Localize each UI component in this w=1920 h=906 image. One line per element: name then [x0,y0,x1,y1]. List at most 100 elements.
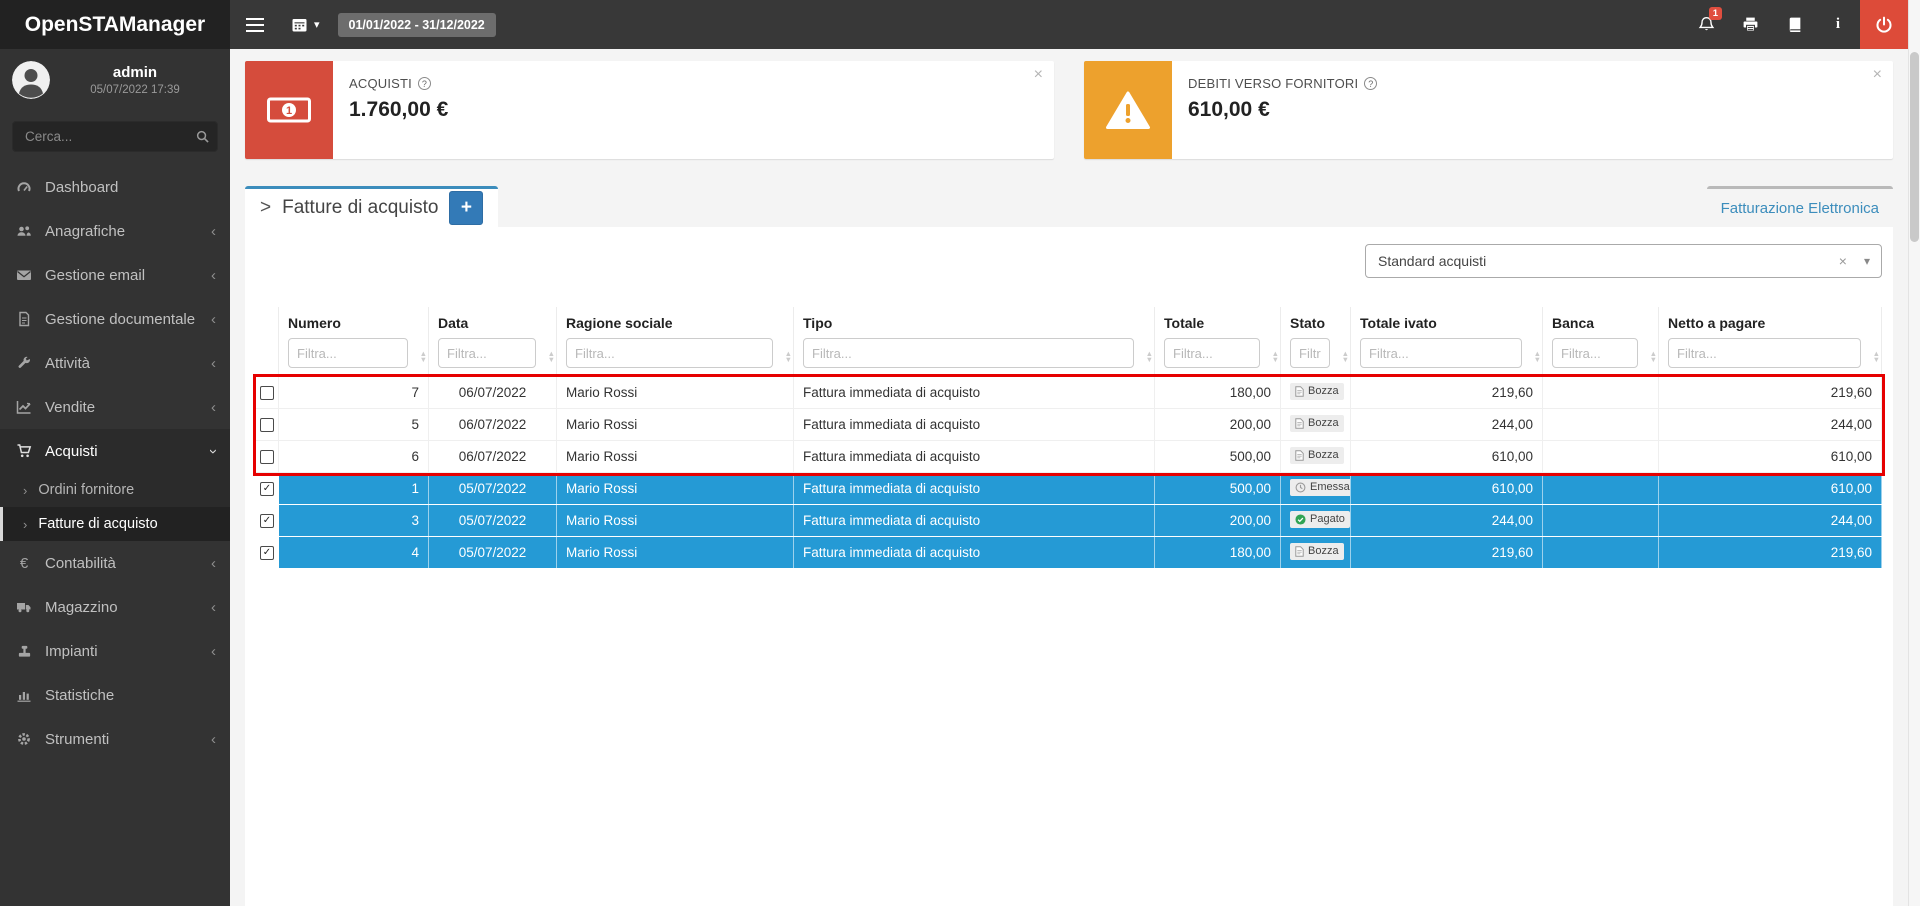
filter-input-stato[interactable] [1290,338,1330,368]
tab-fatturazione-elettronica[interactable]: Fatturazione Elettronica [1707,186,1893,227]
sort-icons[interactable]: ▲▼ [1146,351,1153,362]
search-input[interactable] [12,121,218,152]
chevron-left-icon: ‹ [211,731,216,748]
invoice-row-3[interactable]: ✓ 3 05/07/2022 Mario Rossi Fattura immed… [256,505,1882,537]
notifications-button[interactable]: 1 [1684,0,1728,49]
filter-input-banca[interactable] [1552,338,1638,368]
chevron-right-icon: › [23,483,27,498]
fatturazione-elettronica-link[interactable]: Fatturazione Elettronica [1721,200,1879,217]
filter-input-ragione-sociale[interactable] [566,338,773,368]
help-icon[interactable]: ? [1364,77,1377,90]
info-button[interactable]: i [1816,0,1860,49]
chevron-left-icon: ‹ [211,311,216,328]
app-logo[interactable]: OpenSTAManager [0,0,230,49]
close-icon[interactable]: × [1873,66,1882,84]
cell-banca [1543,473,1659,504]
sidebar-item-attivita[interactable]: Attività ‹ [0,341,230,385]
filter-input-tipo[interactable] [803,338,1134,368]
help-icon[interactable]: ? [418,77,431,90]
chevron-left-icon: ‹ [211,223,216,240]
clear-selection-icon[interactable]: × [1839,253,1847,269]
invoice-row-6[interactable]: ✓ 6 06/07/2022 Mario Rossi Fattura immed… [256,441,1882,473]
cell-netto-a-pagare: 610,00 [1659,473,1882,504]
row-checkbox[interactable]: ✓ [260,386,274,400]
scrollbar-thumb[interactable] [1910,52,1919,242]
page-scrollbar[interactable] [1908,0,1920,906]
wrench-icon [14,356,34,371]
cell-banca [1543,377,1659,408]
sidebar-item-dashboard[interactable]: Dashboard [0,165,230,209]
column-header-totale: Totale ▲▼ [1155,307,1281,377]
invoice-row-4[interactable]: ✓ 4 05/07/2022 Mario Rossi Fattura immed… [256,537,1882,569]
sidebar-item-label: Statistiche [45,687,114,704]
cell-netto-a-pagare: 219,60 [1659,377,1882,408]
add-invoice-button[interactable]: + [449,191,483,225]
cell-totale-ivato: 610,00 [1351,441,1543,472]
sidebar-item-gestione-documentale[interactable]: Gestione documentale ‹ [0,297,230,341]
sort-icons[interactable]: ▲▼ [420,351,427,362]
filter-input-data[interactable] [438,338,536,368]
row-checkbox[interactable]: ✓ [260,418,274,432]
sort-icons[interactable]: ▲▼ [1650,351,1657,362]
close-icon[interactable]: × [1034,66,1043,84]
calendar-icon [292,17,307,32]
sidebar-item-gestione-email[interactable]: Gestione email ‹ [0,253,230,297]
calendar-button[interactable]: ▾ [292,17,320,32]
sidebar-item-label: Gestione email [45,267,145,284]
cell-totale-ivato: 244,00 [1351,505,1543,536]
docs-button[interactable] [1772,0,1816,49]
filter-input-numero[interactable] [288,338,408,368]
row-checkbox[interactable]: ✓ [260,482,274,496]
infobox-acquisti: 1 ACQUISTI ? 1.760,00 € × [245,61,1054,159]
print-button[interactable] [1728,0,1772,49]
sidebar-item-strumenti[interactable]: Strumenti ‹ [0,717,230,761]
status-badge: Bozza [1290,543,1344,560]
sidebar-item-fatture-di-acquisto[interactable]: › Fatture di acquisto [0,507,230,541]
menu-toggle-button[interactable] [230,0,280,49]
cell-tipo: Fattura immediata di acquisto [794,441,1155,472]
cell-tipo: Fattura immediata di acquisto [794,505,1155,536]
document-icon [14,311,34,327]
invoice-row-5[interactable]: ✓ 5 06/07/2022 Mario Rossi Fattura immed… [256,409,1882,441]
date-range-badge[interactable]: 01/01/2022 - 31/12/2022 [338,13,496,37]
chevron-left-icon: ‹ [211,267,216,284]
user-panel: admin 05/07/2022 17:39 [0,49,230,99]
row-checkbox[interactable]: ✓ [260,546,274,560]
cell-stato: Bozza [1281,377,1351,408]
sort-icons[interactable]: ▲▼ [1534,351,1541,362]
draft-file-icon [1295,546,1304,557]
sidebar-item-magazzino[interactable]: Magazzino ‹ [0,585,230,629]
sort-icons[interactable]: ▲▼ [1272,351,1279,362]
cell-data: 05/07/2022 [429,537,557,568]
angle-right-icon: > [260,197,271,219]
sort-icons[interactable]: ▲▼ [785,351,792,362]
sort-icons[interactable]: ▲▼ [1873,351,1880,362]
sort-icons[interactable]: ▲▼ [548,351,555,362]
sidebar-item-label: Vendite [45,399,95,416]
power-icon [1875,16,1893,34]
invoice-row-7[interactable]: ✓ 7 06/07/2022 Mario Rossi Fattura immed… [256,377,1882,409]
sidebar-item-impianti[interactable]: Impianti ‹ [0,629,230,673]
cell-numero: 7 [279,377,429,408]
invoice-row-1[interactable]: ✓ 1 05/07/2022 Mario Rossi Fattura immed… [256,473,1882,505]
row-checkbox[interactable]: ✓ [260,514,274,528]
filter-input-totale-ivato[interactable] [1360,338,1522,368]
sidebar-item-ordini-fornitore[interactable]: › Ordini fornitore [0,473,230,507]
search-icon[interactable] [196,130,209,143]
sidebar-item-statistiche[interactable]: Statistiche [0,673,230,717]
logout-button[interactable] [1860,0,1908,49]
sidebar-item-label: Impianti [45,643,98,660]
sidebar-item-contabilita[interactable]: € Contabilità ‹ [0,541,230,585]
filter-input-totale[interactable] [1164,338,1260,368]
filter-input-netto-a-pagare[interactable] [1668,338,1861,368]
tab-fatture-di-acquisto[interactable]: > Fatture di acquisto + [245,186,498,227]
print-template-select[interactable]: Standard acquisti × ▾ [1365,244,1882,278]
sidebar-item-anagrafiche[interactable]: Anagrafiche ‹ [0,209,230,253]
column-header-numero: Numero ▲▼ [279,307,429,377]
infobox-label: DEBITI VERSO FORNITORI [1188,76,1358,91]
column-header-ragione-sociale: Ragione sociale ▲▼ [557,307,794,377]
sort-icons[interactable]: ▲▼ [1342,351,1349,362]
sidebar-item-acquisti[interactable]: Acquisti › [0,429,230,473]
sidebar-item-vendite[interactable]: Vendite ‹ [0,385,230,429]
row-checkbox[interactable]: ✓ [260,450,274,464]
